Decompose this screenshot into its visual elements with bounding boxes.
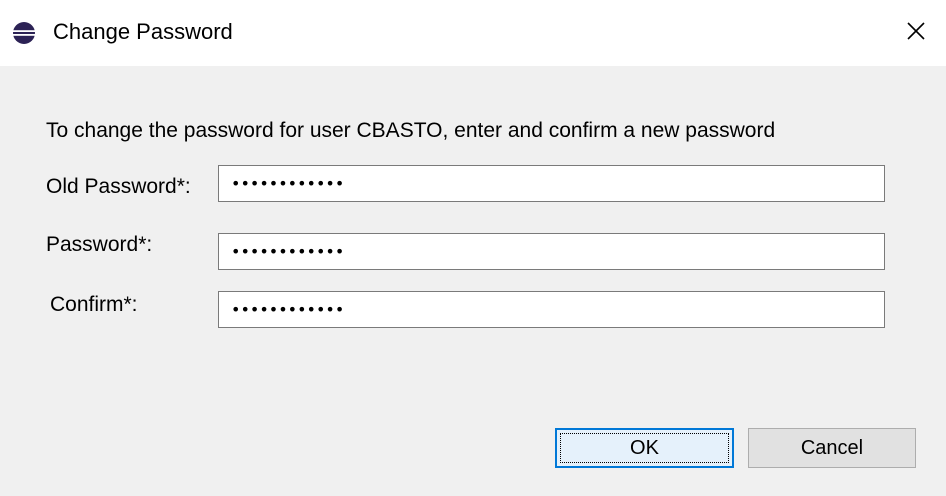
password-field[interactable] <box>218 233 885 270</box>
focus-ring <box>560 433 729 463</box>
cancel-button[interactable]: Cancel <box>748 428 916 468</box>
old-password-field[interactable] <box>218 165 885 202</box>
close-icon <box>907 22 925 40</box>
instruction-text: To change the password for user CBASTO, … <box>46 119 776 142</box>
confirm-password-field[interactable] <box>218 291 885 328</box>
old-password-label: Old Password*: <box>46 175 191 198</box>
eclipse-icon <box>13 22 35 44</box>
ok-button[interactable]: OK <box>555 428 734 468</box>
confirm-label: Confirm*: <box>50 293 138 316</box>
title-bar: Change Password <box>0 0 946 66</box>
window-title: Change Password <box>53 19 233 44</box>
cancel-button-label: Cancel <box>800 436 864 459</box>
close-button[interactable] <box>886 0 946 62</box>
change-password-dialog: Change Password To change the password f… <box>0 0 946 496</box>
password-label: Password*: <box>46 233 153 256</box>
